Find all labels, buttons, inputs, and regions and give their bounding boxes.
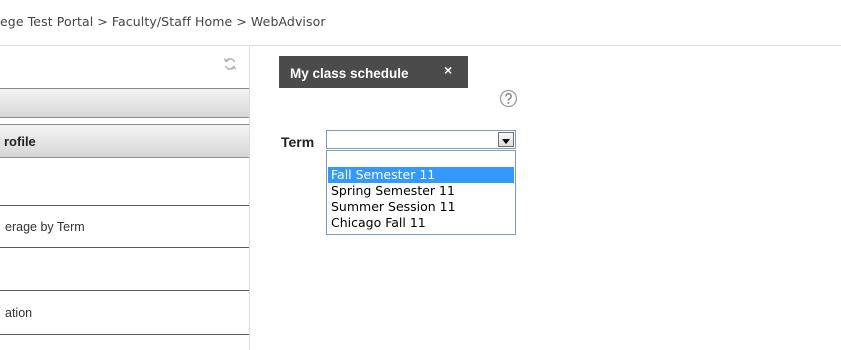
sidebar-link[interactable] [0,158,249,206]
breadcrumb-item-webadvisor[interactable]: WebAdvisor [251,14,326,29]
sidebar-link[interactable] [0,248,249,291]
term-dropdown-list: Fall Semester 11 Spring Semester 11 Summ… [326,150,516,235]
chevron-down-icon[interactable] [498,132,514,147]
term-option-chicago-fall-11[interactable]: Chicago Fall 11 [328,215,514,231]
help-icon[interactable] [499,89,518,108]
term-option[interactable] [328,151,514,167]
breadcrumb-item-faculty-staff-home[interactable]: Faculty/Staff Home [112,14,232,29]
tab-my-class-schedule[interactable]: My class schedule × [279,56,468,88]
breadcrumb-item-portal[interactable]: ege Test Portal [0,14,93,29]
breadcrumb-separator: > [236,14,247,29]
sidebar-section-label: rofile [4,134,36,149]
term-select[interactable] [326,130,516,149]
close-icon[interactable]: × [444,62,452,78]
refresh-icon[interactable] [223,57,237,71]
sidebar-link-average-by-term[interactable]: erage by Term [0,206,249,248]
sidebar-section-header-profile[interactable]: rofile [0,124,249,158]
sidebar-link-information[interactable]: ation [0,291,249,335]
sidebar-link-label: erage by Term [5,220,85,234]
term-label: Term [281,134,315,150]
breadcrumb-separator: > [97,14,108,29]
term-option-fall-semester-11[interactable]: Fall Semester 11 [328,167,514,183]
sidebar-section-header[interactable] [0,88,249,118]
sidebar-link-label: ation [5,306,33,320]
breadcrumb: ege Test Portal > Faculty/Staff Home > WebAd… [0,14,326,32]
term-option-summer-session-11[interactable]: Summer Session 11 [328,199,514,215]
tab-label: My class schedule [290,66,409,81]
term-option-spring-semester-11[interactable]: Spring Semester 11 [328,183,514,199]
